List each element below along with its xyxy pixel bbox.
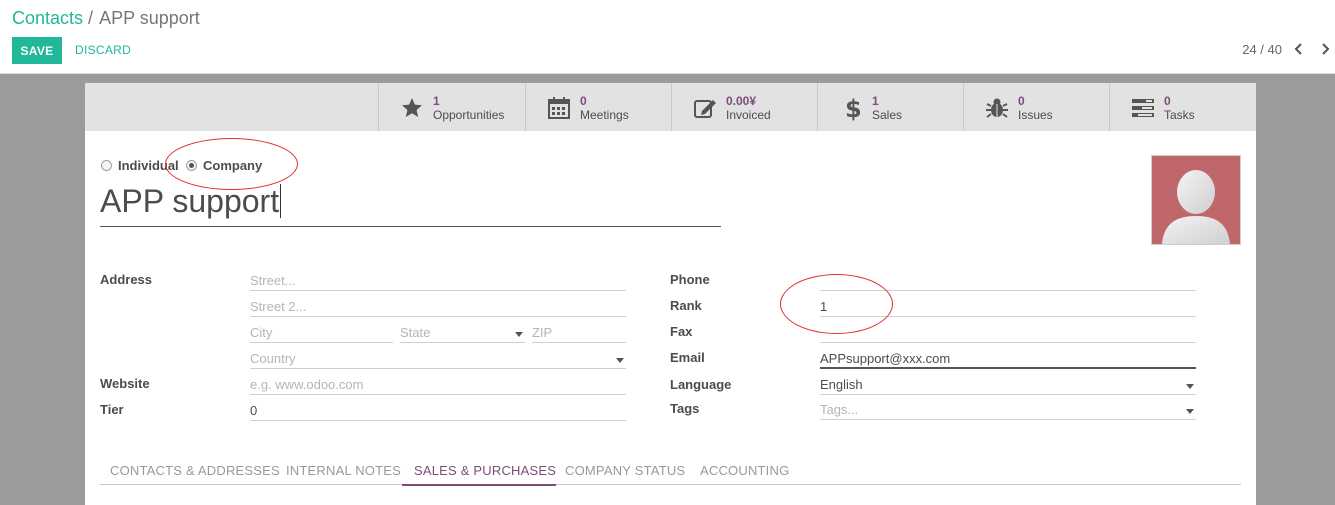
tasks-label: Tasks <box>1164 108 1195 122</box>
edit-icon <box>694 100 716 118</box>
rank-input[interactable]: 1 <box>820 295 1196 317</box>
tab-sales-purchases[interactable]: SALES & PURCHASES <box>414 463 556 478</box>
bug-icon <box>986 98 1008 118</box>
calendar-icon <box>548 97 570 119</box>
fax-input[interactable] <box>820 321 1196 343</box>
language-value: English <box>820 377 863 392</box>
tab-company-status[interactable]: COMPANY STATUS <box>565 463 685 478</box>
breadcrumb-separator: / <box>88 8 94 28</box>
radio-company[interactable]: Company <box>186 157 262 173</box>
rank-label: Rank <box>670 298 702 313</box>
meetings-label: Meetings <box>580 108 629 122</box>
issues-label: Issues <box>1018 108 1053 122</box>
state-select[interactable]: State <box>400 321 525 343</box>
invoiced-button[interactable]: 0.00¥ Invoiced <box>671 83 818 131</box>
active-tab-indicator <box>402 484 556 486</box>
phone-label: Phone <box>670 272 710 287</box>
form-sheet: 1 Opportunities 0 Meetings 0.00¥ Invoice… <box>85 83 1256 505</box>
invoiced-amount: 0.00¥ <box>726 94 757 108</box>
tasks-count: 0 <box>1164 94 1171 108</box>
website-input[interactable]: e.g. www.odoo.com <box>250 373 626 395</box>
address-label: Address <box>100 272 153 287</box>
opportunities-count: 1 <box>433 94 440 108</box>
text-cursor <box>280 184 282 218</box>
sales-count: 1 <box>872 94 879 108</box>
svg-text:$: $ <box>845 95 862 121</box>
language-select[interactable]: English <box>820 373 1196 395</box>
tags-label: Tags <box>670 401 700 416</box>
zip-input[interactable]: ZIP <box>532 321 626 343</box>
dollar-icon: $ <box>845 95 862 121</box>
tasks-icon <box>1132 99 1154 117</box>
avatar-placeholder-icon <box>1162 170 1230 244</box>
avatar[interactable] <box>1151 155 1241 245</box>
street2-input[interactable]: Street 2... <box>250 295 626 317</box>
issues-count: 0 <box>1018 94 1025 108</box>
chevron-right-icon[interactable] <box>1318 42 1332 56</box>
tab-accounting[interactable]: ACCOUNTING <box>700 463 789 478</box>
radio-individual-dot[interactable] <box>101 159 112 171</box>
chevron-left-icon[interactable] <box>1292 42 1306 56</box>
breadcrumb-current: APP support <box>99 8 200 28</box>
caret-down-icon <box>616 358 624 363</box>
discard-button[interactable]: DISCARD <box>75 43 131 57</box>
state-placeholder: State <box>400 325 431 340</box>
issues-button[interactable]: 0 Issues <box>963 83 1110 131</box>
sales-button[interactable]: $ 1 Sales <box>817 83 964 131</box>
breadcrumb-contacts-link[interactable]: Contacts <box>12 8 83 28</box>
radio-company-label: Company <box>203 157 263 173</box>
street-input[interactable]: Street... <box>250 269 626 291</box>
radio-company-dot[interactable] <box>186 159 197 171</box>
control-panel: Contacts / APP support SAVE DISCARD 24 / 4… <box>0 0 1335 74</box>
radio-individual[interactable]: Individual <box>101 157 179 173</box>
invoiced-label: Invoiced <box>726 108 771 122</box>
breadcrumb: Contacts / APP support <box>12 8 200 29</box>
tier-input[interactable]: 0 <box>250 399 626 421</box>
name-value: APP support <box>100 183 280 219</box>
save-button[interactable]: SAVE <box>12 37 62 64</box>
caret-down-icon <box>1186 384 1194 389</box>
email-input[interactable]: APPsupport@xxx.com <box>820 347 1196 369</box>
tags-input[interactable]: Tags... <box>820 398 1196 420</box>
pager-value: 24 / 40 <box>1242 42 1282 57</box>
radio-individual-label: Individual <box>118 157 179 173</box>
opportunities-button[interactable]: 1 Opportunities <box>378 83 525 131</box>
star-icon <box>402 98 422 117</box>
tier-label: Tier <box>100 402 124 417</box>
language-label: Language <box>670 377 732 392</box>
city-input[interactable]: City <box>250 321 393 343</box>
tab-contacts-addresses[interactable]: CONTACTS & ADDRESSES <box>110 463 280 478</box>
caret-down-icon <box>515 332 523 337</box>
tab-internal-notes[interactable]: INTERNAL NOTES <box>286 463 401 478</box>
tasks-button[interactable]: 0 Tasks <box>1109 83 1256 131</box>
caret-down-icon <box>1186 409 1194 414</box>
country-select[interactable]: Country <box>250 347 626 369</box>
website-label: Website <box>100 376 150 391</box>
meetings-count: 0 <box>580 94 587 108</box>
notebook-tabs: CONTACTS & ADDRESSES INTERNAL NOTES SALE… <box>100 455 1241 486</box>
country-placeholder: Country <box>250 351 296 366</box>
tags-placeholder: Tags... <box>820 402 859 417</box>
email-label: Email <box>670 350 705 365</box>
opportunities-label: Opportunities <box>433 108 505 122</box>
smart-button-box: 1 Opportunities 0 Meetings 0.00¥ Invoice… <box>85 83 1256 131</box>
sales-label: Sales <box>872 108 903 122</box>
fax-label: Fax <box>670 324 693 339</box>
phone-input[interactable] <box>820 269 1196 291</box>
meetings-button[interactable]: 0 Meetings <box>525 83 672 131</box>
name-input[interactable]: APP support <box>100 183 721 227</box>
